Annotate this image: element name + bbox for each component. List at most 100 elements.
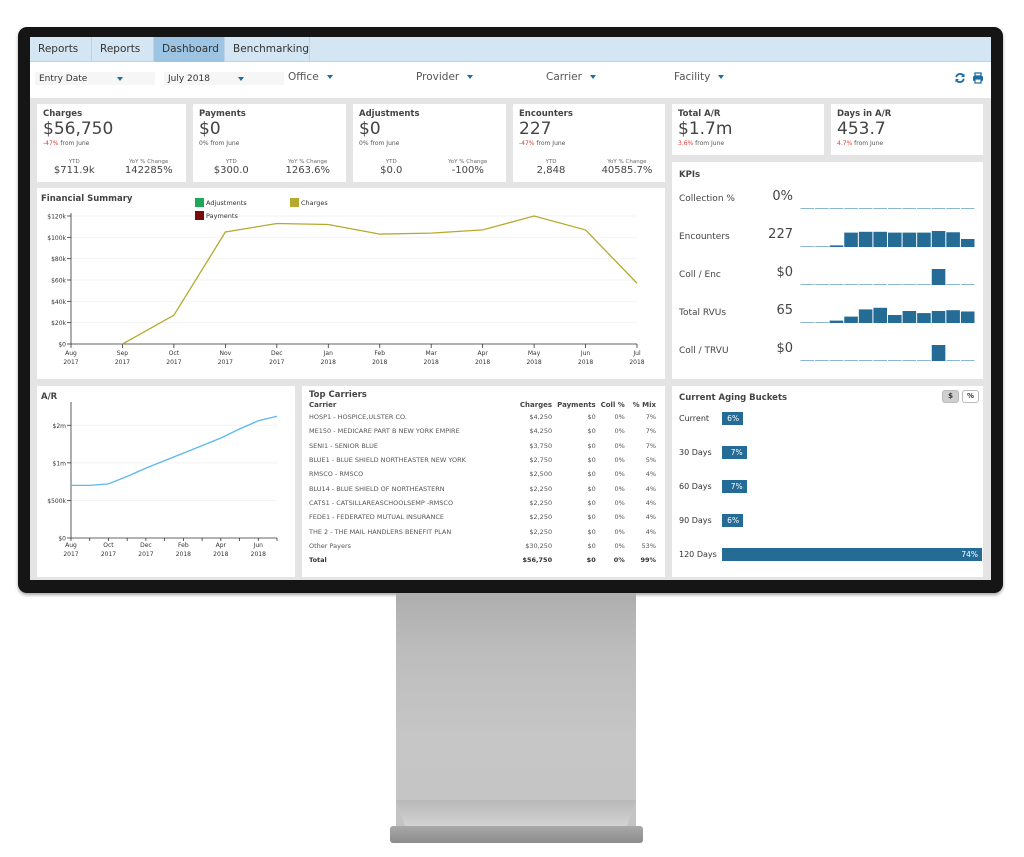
kpi-spark-bar [946,360,960,361]
carrier-label: Carrier [546,71,582,83]
kpi-spark-bar [888,208,902,209]
percent-toggle-button[interactable]: % [962,390,979,403]
table-cell: BLU14 - BLUE SHIELD OF NORTHEASTERN [309,484,445,493]
card-title: Days in A/R [837,109,892,119]
ar-card: A/R $0 $500k $1m $2m Aug 2017 Oct 2017 Dec 2017 Fe… [37,386,295,577]
kpi-spark-bar [946,232,960,247]
kpi-row: Coll / TRVU $0 [679,341,979,362]
column-header[interactable]: Carrier [309,400,506,410]
x-tick-year: 2017 [115,359,130,366]
table-row: CATS1 - CATSILLAREASCHOOLSEMP -RMSCO $2,2… [309,496,656,510]
table-cell: 4% [645,498,656,507]
kpi-spark-bar [960,208,975,209]
kpi-spark-bar [815,360,829,361]
carrier-dropdown[interactable]: Carrier [546,71,596,83]
column-header[interactable]: Coll % [596,400,625,410]
tab-dashboard[interactable]: Dashboard [154,37,225,62]
kpi-spark-bar [888,232,902,247]
x-tick-month: Jan [323,350,333,357]
ytd-value: $711.9k [53,165,95,176]
card-change: 0% from June [359,140,500,147]
kpi-spark-bar [902,208,917,209]
kpi-spark-bar [902,311,917,323]
dashboard-screen: Reports V2 Reports Dashboard Benchmarkin… [30,37,991,580]
table-row: Other Payers $30,250 $0 0% 53% [309,539,656,553]
aging-row: 90 Days 6% [679,514,979,528]
financial-summary-chart: $0 $20k $40k $60k $80k $100k $120k Aug 2017 Sep 20… [47,198,645,366]
column-header[interactable]: Payments [552,400,596,410]
facility-dropdown[interactable]: Facility [674,71,725,83]
refresh-icon[interactable] [954,72,966,84]
kpi-spark-bar [815,246,829,247]
x-tick-month: Sep [117,350,129,357]
dollar-toggle-button[interactable]: $ [942,390,959,403]
x-tick-month: Oct [103,542,114,549]
table-cell: $0 [587,413,596,422]
office-dropdown[interactable]: Office [288,71,333,83]
table-cell: 0% [614,498,625,507]
card-change: 4.7% from June [837,140,977,147]
y-tick-label: $120k [47,214,66,221]
tab-reports[interactable]: Reports [92,37,154,62]
period-dropdown[interactable]: July 2018 [164,72,284,85]
y-tick-label: $0 [58,342,66,349]
payments-card: Payments $0 0% from June YTD $300.0 YoY %… [193,104,346,182]
kpi-spark-bar [960,239,975,247]
kpi-spark-bar [931,208,946,209]
x-tick-year: 2017 [101,551,116,558]
y-tick-label: $20k [51,320,66,327]
x-tick-month: May [528,350,541,357]
kpi-sparkline [800,307,975,323]
table-row: SENI1 - SENIOR BLUE $3,750 $0 0% 7% [309,439,656,453]
x-tick-year: 2018 [321,359,336,366]
kpi-spark-bar [873,208,887,209]
kpi-sparkline [800,345,975,361]
change-suffix: from June [208,140,240,147]
table-cell: $2,250 [529,484,553,493]
kpi-spark-bar [844,360,858,361]
table-cell: Total [309,556,327,565]
provider-dropdown[interactable]: Provider [416,71,474,83]
kpi-spark-bar [931,345,946,361]
print-icon[interactable] [972,72,984,84]
kpi-label: Total RVUs [679,308,727,318]
table-cell: $0 [587,484,596,493]
column-header[interactable]: % Mix [625,400,656,410]
x-tick-month: Dec [271,350,283,357]
tab-benchmarking[interactable]: Benchmarking [225,37,310,62]
kpis-card: KPIs Collection % 0% Encounters 227 Coll / E… [672,162,983,379]
kpi-spark-bar [960,284,975,285]
table-cell: $0 [587,498,596,507]
table-cell: CATS1 - CATSILLAREASCHOOLSEMP -RMSCO [309,498,454,507]
aging-buckets-card: Current Aging Buckets $ % Current 6% 30 Da… [672,386,983,577]
table-cell: 53% [641,541,656,550]
table-cell: 0% [614,441,625,450]
aging-bar: 6% [722,412,744,425]
tab-reports-v2[interactable]: Reports V2 [30,37,92,80]
table-cell: $3,750 [529,441,553,450]
entry-date-dropdown[interactable]: Entry Date [35,72,155,85]
x-tick-month: Aug [65,350,77,357]
aging-bar: 7% [722,446,747,459]
x-tick-year: 2017 [63,551,78,558]
kpi-spark-bar [917,232,931,247]
charges-card: Charges $56,750 -47% from June YTD $711.9… [37,104,186,182]
kpi-spark-bar [829,208,844,209]
kpi-spark-bar [858,309,873,323]
table-row: THE 2 - THE MAIL HANDLERS BENEFIT PLAN $2… [309,524,656,538]
table-cell: RMSCO - RMSCO [309,470,364,479]
x-tick-month: Oct [169,350,180,357]
column-header[interactable]: Charges [506,400,552,410]
kpi-spark-bar [873,307,887,323]
ar-line [71,415,278,487]
kpi-spark-bar [858,360,873,361]
x-tick-year: 2018 [372,359,387,366]
table-cell: $0 [587,456,596,465]
x-tick-month: Apr [216,542,227,549]
table-cell: $30,250 [525,541,553,550]
facility-label: Facility [674,71,711,83]
kpi-spark-bar [815,208,829,209]
table-cell: 7% [645,413,656,422]
yoy-value: -100% [451,165,484,176]
legend-swatch-charges [290,198,299,207]
